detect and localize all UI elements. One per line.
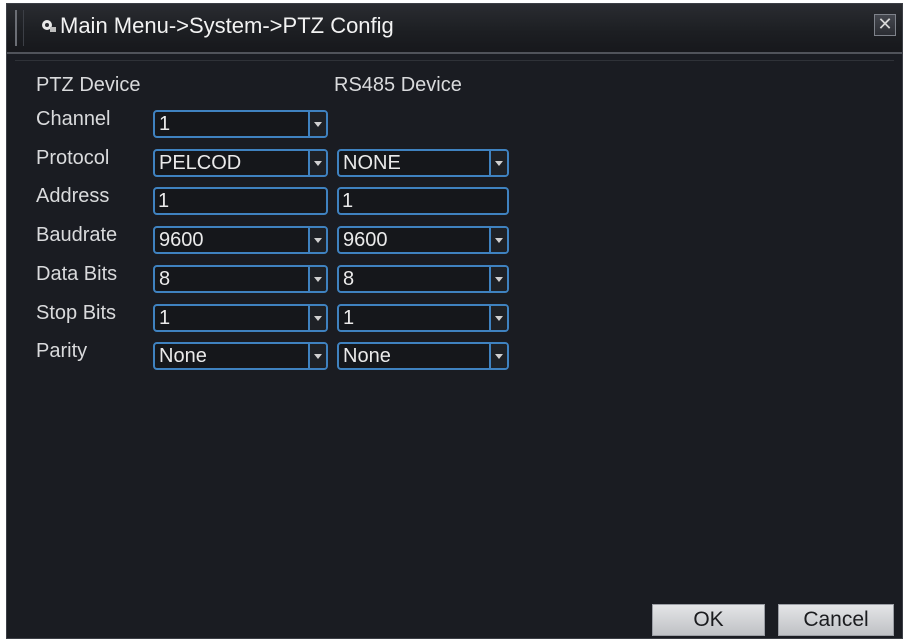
ptz-device-header: PTZ Device (36, 74, 141, 96)
parity-label: Parity (36, 340, 88, 362)
ptz-baudrate-value: 9600 (159, 229, 204, 251)
rs485-stop-bits-dropdown[interactable]: 1 (337, 304, 509, 332)
chevron-down-icon[interactable] (489, 306, 507, 330)
ptz-data-bits-value: 8 (159, 268, 171, 290)
chevron-down-icon[interactable] (308, 344, 326, 368)
ptz-channel-value: 1 (159, 113, 171, 135)
protocol-label: Protocol (36, 147, 110, 169)
stop-bits-label: Stop Bits (36, 302, 117, 324)
rs485-protocol-dropdown[interactable]: NONE (337, 149, 509, 177)
chevron-down-icon[interactable] (489, 228, 507, 252)
ptz-data-bits-dropdown[interactable]: 8 (153, 265, 328, 293)
ptz-stop-bits-dropdown[interactable]: 1 (153, 304, 328, 332)
ptz-channel-dropdown[interactable]: 1 (153, 110, 328, 138)
chevron-down-icon[interactable] (489, 267, 507, 291)
ptz-baudrate-dropdown[interactable]: 9600 (153, 226, 328, 254)
ptz-stop-bits-value: 1 (159, 307, 171, 329)
ptz-parity-dropdown[interactable]: None (153, 342, 328, 370)
ptz-protocol-value: PELCOD (159, 152, 242, 174)
title-bar: Main Menu->System->PTZ Config ✕ (7, 4, 902, 54)
rs485-protocol-value: NONE (343, 152, 401, 174)
chevron-down-icon[interactable] (308, 306, 326, 330)
rs485-baudrate-dropdown[interactable]: 9600 (337, 226, 509, 254)
close-button[interactable]: ✕ (874, 14, 896, 36)
divider (15, 60, 894, 61)
settings-icon (42, 20, 56, 32)
ptz-config-window: Main Menu->System->PTZ Config ✕ PTZ Devi… (6, 3, 903, 639)
rs485-parity-value: None (343, 345, 391, 367)
title-grip (15, 10, 24, 46)
ptz-parity-value: None (159, 345, 207, 367)
data-bits-label: Data Bits (36, 263, 118, 285)
ptz-address-value: 1 (158, 190, 170, 212)
chevron-down-icon[interactable] (308, 267, 326, 291)
ptz-address-input[interactable]: 1 (153, 187, 328, 215)
chevron-down-icon[interactable] (308, 228, 326, 252)
channel-label: Channel (36, 108, 111, 130)
rs485-data-bits-dropdown[interactable]: 8 (337, 265, 509, 293)
rs485-address-input[interactable]: 1 (337, 187, 509, 215)
rs485-stop-bits-value: 1 (343, 307, 355, 329)
rs485-address-value: 1 (342, 190, 354, 212)
chevron-down-icon[interactable] (489, 151, 507, 175)
rs485-baudrate-value: 9600 (343, 229, 388, 251)
chevron-down-icon[interactable] (308, 151, 326, 175)
rs485-parity-dropdown[interactable]: None (337, 342, 509, 370)
rs485-device-header: RS485 Device (334, 74, 462, 96)
close-icon: ✕ (877, 14, 893, 34)
ptz-protocol-dropdown[interactable]: PELCOD (153, 149, 328, 177)
chevron-down-icon[interactable] (489, 344, 507, 368)
rs485-data-bits-value: 8 (343, 268, 355, 290)
cancel-button[interactable]: Cancel (778, 604, 894, 636)
address-label: Address (36, 185, 110, 207)
chevron-down-icon[interactable] (308, 112, 326, 136)
baudrate-label: Baudrate (36, 224, 118, 246)
ok-button[interactable]: OK (652, 604, 765, 636)
window-title: Main Menu->System->PTZ Config (60, 13, 394, 38)
